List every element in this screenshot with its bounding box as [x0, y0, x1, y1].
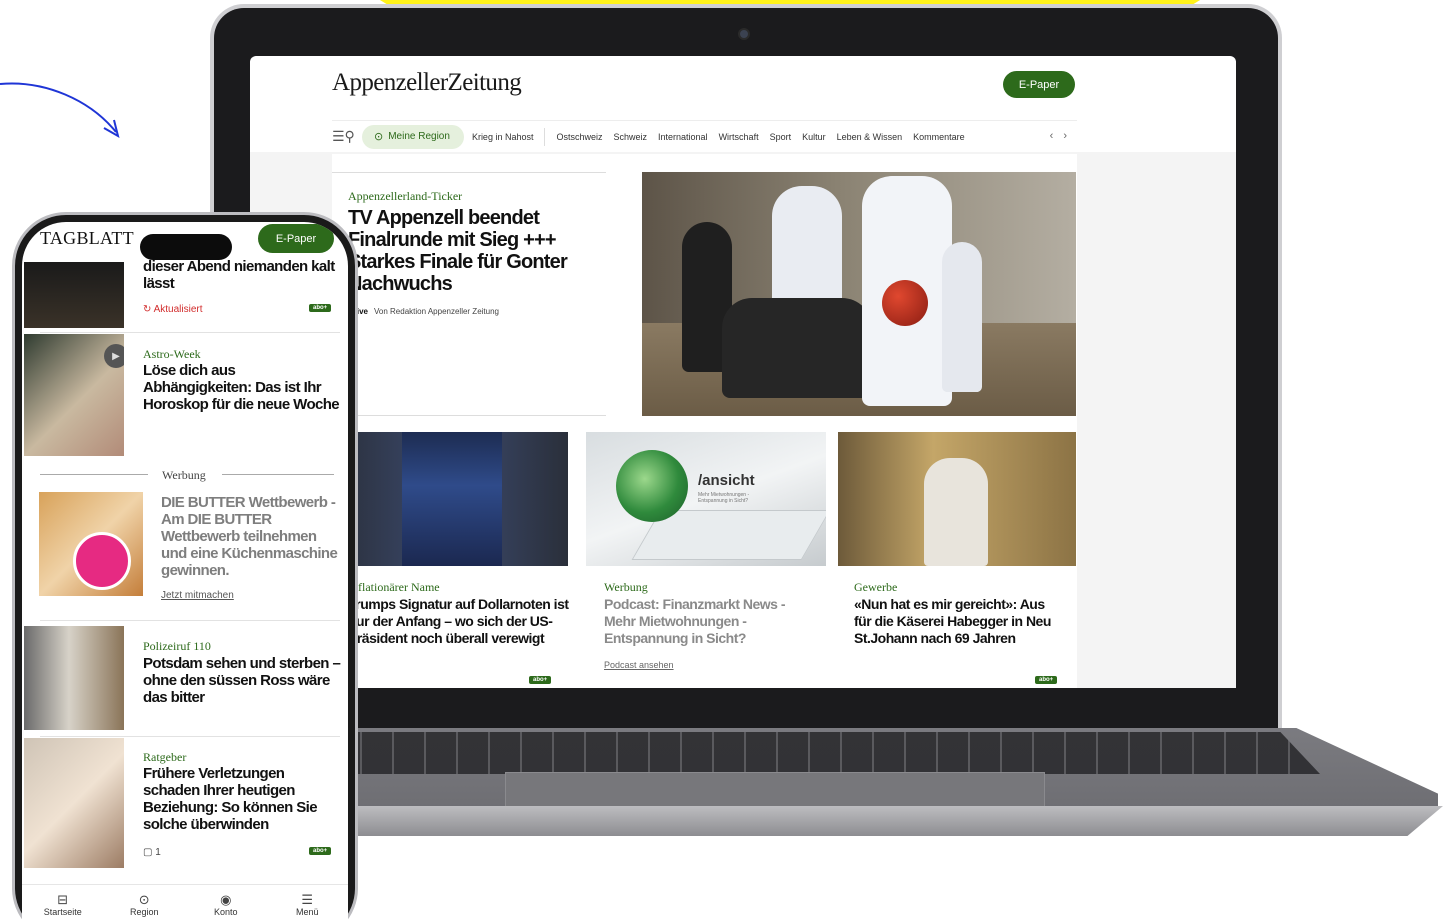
abo-plus-badge: abo+ — [309, 304, 332, 312]
article-image-astro[interactable]: ▶ — [24, 334, 124, 456]
tab-startseite[interactable]: ⊟ Startseite — [22, 885, 104, 924]
account-icon: ◉ — [220, 891, 232, 907]
nav-link-kultur[interactable]: Kultur — [802, 132, 826, 142]
nav-link-schweiz[interactable]: Schweiz — [614, 132, 648, 142]
tab-konto[interactable]: ◉ Konto — [185, 885, 267, 924]
phone-logo[interactable]: TAGBLATT — [40, 228, 134, 249]
hero-article[interactable]: Appenzellerland-Ticker TV Appenzell been… — [332, 172, 606, 416]
banner-panel — [402, 432, 502, 566]
article-title[interactable]: Löse dich aus Abhängigkeiten: Das ist Ih… — [143, 362, 341, 413]
tab-label: Region — [129, 906, 159, 917]
ad-label-line — [40, 474, 148, 475]
phone-epaper-button[interactable]: E-Paper — [258, 224, 334, 253]
arrow-icon — [0, 82, 120, 139]
nav-divider — [544, 127, 546, 146]
hero-title[interactable]: TV Appenzell beendet Finalrunde mit Sieg… — [348, 207, 598, 295]
nav-link-ostschweiz[interactable]: Ostschweiz — [556, 132, 602, 142]
podcast-link[interactable]: Podcast ansehen — [604, 660, 674, 670]
tab-menu[interactable]: ☰ Menü — [267, 885, 349, 924]
article-kicker: Astro-Week — [143, 347, 201, 361]
ansicht-subtitle: Mehr Mietwohnungen - Entspannung in Sich… — [698, 492, 750, 504]
menu-search-icon[interactable]: ☰⚲ — [332, 128, 362, 145]
comment-count[interactable]: ▢ 1 — [143, 847, 161, 858]
card-title-2[interactable]: Podcast: Finanzmarkt News - Mehr Mietwoh… — [604, 596, 804, 647]
card-kicker-1: Inflationärer Name — [348, 580, 440, 594]
byline-text: Von Redaktion Appenzeller Zeitung — [374, 307, 499, 316]
ad-label: Werbung — [162, 468, 206, 482]
article-image-concert[interactable] — [24, 262, 124, 328]
hero-image[interactable] — [642, 172, 1076, 416]
phone-screen: TAGBLATT E-Paper dieser Abend niemanden … — [22, 222, 348, 924]
dynamic-island — [140, 234, 232, 260]
ad-title[interactable]: DIE BUTTER Wettbewerb - Am DIE BUTTER We… — [161, 494, 341, 579]
abo-plus-badge: abo+ — [309, 847, 332, 855]
card-image-kaeserei[interactable] — [838, 432, 1076, 566]
tab-label: Konto — [213, 906, 238, 917]
article-image-ratgeber[interactable] — [24, 738, 124, 868]
article-separator — [40, 736, 340, 737]
nav-link-international[interactable]: International — [658, 132, 708, 142]
video-play-icon[interactable]: ▶ — [104, 344, 124, 368]
card-image-podcast[interactable]: /ansicht Mehr Mietwohnungen - Entspannun… — [586, 432, 826, 566]
article-title[interactable]: Potsdam sehen und sterben – ohne den süs… — [143, 655, 341, 706]
main-content: Appenzellerland-Ticker TV Appenzell been… — [332, 154, 1077, 688]
comment-icon: ▢ — [143, 847, 156, 858]
webcam — [738, 28, 750, 40]
hero-byline: Live Von Redaktion Appenzeller Zeitung — [352, 307, 499, 316]
nav-link-kommentare[interactable]: Kommentare — [913, 132, 965, 142]
card-title-1[interactable]: Trumps Signatur auf Dollarnoten ist nur … — [348, 596, 572, 647]
ad-image-butter[interactable] — [39, 492, 143, 596]
article-image-polizeiruf[interactable] — [24, 626, 124, 730]
card-kicker-2: Werbung — [604, 580, 648, 594]
trackpad — [505, 772, 1045, 810]
card-title-3[interactable]: «Nun hat es mir gereicht»: Aus für die K… — [854, 596, 1064, 647]
nav-link-sport[interactable]: Sport — [770, 132, 792, 142]
site-logo[interactable]: AppenzellerZeitung — [332, 69, 522, 97]
nav-link-krieg-in-nahost[interactable]: Krieg in Nahost — [472, 132, 534, 142]
nav-scroll-arrows-icon[interactable]: ‹› — [1050, 130, 1077, 142]
article-title[interactable]: Frühere Verletzungen schaden Ihrer heuti… — [143, 765, 341, 833]
comment-count-value: 1 — [155, 847, 161, 858]
epaper-button[interactable]: E-Paper — [1003, 71, 1075, 98]
hero-kicker: Appenzellerland-Ticker — [348, 189, 463, 203]
article-kicker: Ratgeber — [143, 750, 187, 764]
ball — [882, 280, 928, 326]
ansicht-logo: /ansicht — [698, 472, 755, 489]
tab-label: Startseite — [43, 906, 82, 917]
bottom-tab-bar: ⊟ Startseite ⊙ Region ◉ Konto ☰ Menü — [22, 884, 348, 924]
laptop-screen: AppenzellerZeitung E-Paper ☰⚲ ⊙ Meine Re… — [250, 56, 1236, 688]
abo-plus-badge: abo+ — [529, 676, 552, 684]
location-pin-icon: ⊙ — [374, 131, 384, 143]
tab-region[interactable]: ⊙ Region — [104, 885, 186, 924]
my-region-button[interactable]: ⊙ Meine Region — [362, 124, 464, 149]
ad-label-line — [222, 474, 334, 475]
nav-link-leben-wissen[interactable]: Leben & Wissen — [837, 132, 903, 142]
card-image-trump-dollar[interactable] — [332, 432, 568, 566]
article-separator — [40, 332, 340, 333]
keyboard — [330, 732, 1320, 774]
player-figure — [722, 298, 872, 398]
article-separator — [40, 620, 340, 621]
kitchen-machine-icon — [73, 532, 131, 590]
abo-plus-badge: abo+ — [1035, 676, 1058, 684]
my-region-label: Meine Region — [388, 131, 450, 142]
main-navigation: ☰⚲ ⊙ Meine Region Krieg in Nahost Ostsch… — [332, 120, 1077, 152]
tab-label: Menü — [295, 906, 319, 917]
globe-icon — [616, 450, 688, 522]
menu-search-icon: ☰ — [301, 891, 314, 907]
refresh-icon: ↻ — [143, 304, 154, 315]
card-kicker-3: Gewerbe — [854, 580, 898, 594]
ad-link[interactable]: Jetzt mitmachen — [161, 590, 234, 601]
updated-label: Aktualisiert — [153, 304, 203, 315]
article-title[interactable]: dieser Abend niemanden kalt lässt — [143, 258, 341, 292]
updated-status: ↻ Aktualisiert — [143, 304, 203, 315]
player-figure — [942, 242, 982, 392]
site-header: AppenzellerZeitung E-Paper — [250, 56, 1236, 120]
person-figure — [924, 458, 988, 566]
article-kicker: Polizeiruf 110 — [143, 639, 211, 653]
location-pin-icon: ⊙ — [138, 891, 150, 907]
laptop-base-edge — [258, 806, 1443, 836]
nav-link-wirtschaft[interactable]: Wirtschaft — [719, 132, 759, 142]
home-icon: ⊟ — [57, 891, 69, 907]
